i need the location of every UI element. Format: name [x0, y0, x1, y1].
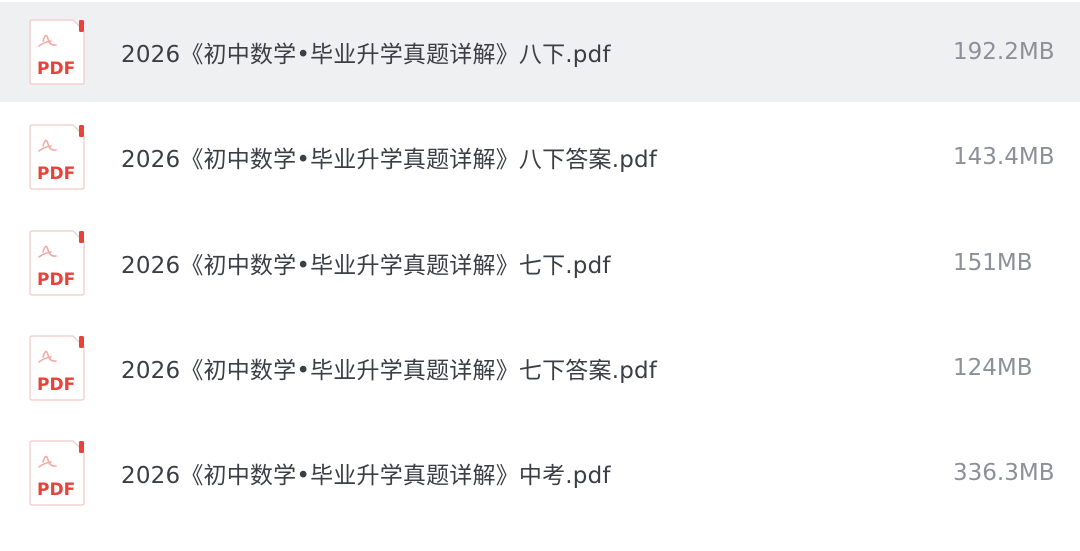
svg-text:PDF: PDF: [37, 480, 75, 500]
file-size: 192.2MB: [953, 39, 1055, 65]
pdf-file-icon: PDF: [29, 124, 85, 190]
pdf-file-icon: PDF: [29, 440, 85, 506]
svg-text:PDF: PDF: [37, 59, 75, 79]
file-row[interactable]: PDF 2026《初中数学•毕业升学真题详解》七下答案.pdf 124MB: [0, 318, 1080, 418]
svg-text:PDF: PDF: [37, 164, 75, 184]
svg-text:PDF: PDF: [37, 375, 75, 395]
file-name: 2026《初中数学•毕业升学真题详解》中考.pdf: [121, 463, 611, 489]
file-name: 2026《初中数学•毕业升学真题详解》七下.pdf: [121, 253, 611, 279]
file-row[interactable]: PDF 2026《初中数学•毕业升学真题详解》七下.pdf 151MB: [0, 213, 1080, 313]
file-list: PDF 2026《初中数学•毕业升学真题详解》八下.pdf 192.2MB PD…: [0, 0, 1080, 551]
file-row[interactable]: PDF 2026《初中数学•毕业升学真题详解》八下.pdf 192.2MB: [0, 2, 1080, 102]
file-size: 336.3MB: [953, 460, 1055, 486]
file-size: 151MB: [953, 250, 1033, 276]
pdf-file-icon: PDF: [29, 335, 85, 401]
pdf-file-icon: PDF: [29, 230, 85, 296]
file-size: 143.4MB: [953, 144, 1055, 170]
file-name: 2026《初中数学•毕业升学真题详解》八下.pdf: [121, 42, 611, 68]
svg-text:PDF: PDF: [37, 270, 75, 290]
file-name: 2026《初中数学•毕业升学真题详解》七下答案.pdf: [121, 358, 658, 384]
pdf-file-icon: PDF: [29, 19, 85, 85]
file-row[interactable]: PDF 2026《初中数学•毕业升学真题详解》八下答案.pdf 143.4MB: [0, 107, 1080, 207]
file-size: 124MB: [953, 355, 1033, 381]
file-name: 2026《初中数学•毕业升学真题详解》八下答案.pdf: [121, 147, 658, 173]
file-row[interactable]: PDF 2026《初中数学•毕业升学真题详解》中考.pdf 336.3MB: [0, 423, 1080, 523]
